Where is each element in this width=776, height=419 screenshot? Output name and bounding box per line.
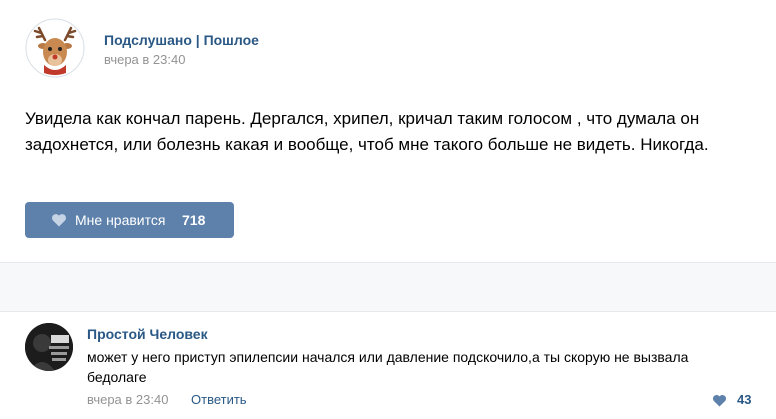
like-count: 718 xyxy=(182,212,206,228)
post-timestamp[interactable]: вчера в 23:40 xyxy=(104,52,185,67)
reply-link[interactable]: Ответить xyxy=(191,392,247,407)
like-button[interactable]: Мне нравится 718 xyxy=(25,202,234,238)
post-comments-divider xyxy=(0,262,776,312)
comment-avatar[interactable] xyxy=(25,323,73,371)
deer-avatar-icon xyxy=(25,18,85,78)
post-text: Увидела как кончал парень. Дергался, хри… xyxy=(25,109,709,154)
post-author-link[interactable]: Подслушано | Пошлое xyxy=(104,32,259,48)
post-avatar[interactable] xyxy=(25,18,85,78)
heart-icon xyxy=(712,395,727,407)
comment-author-link[interactable]: Простой Человек xyxy=(87,326,208,342)
comment-timestamp[interactable]: вчера в 23:40 xyxy=(87,392,168,407)
like-button-label: Мне нравится xyxy=(75,212,166,228)
user-avatar-icon xyxy=(25,323,73,371)
comment-like-count: 43 xyxy=(737,392,752,407)
heart-icon xyxy=(51,214,67,227)
comment-text: может у него приступ эпилепсии начался и… xyxy=(87,349,689,385)
